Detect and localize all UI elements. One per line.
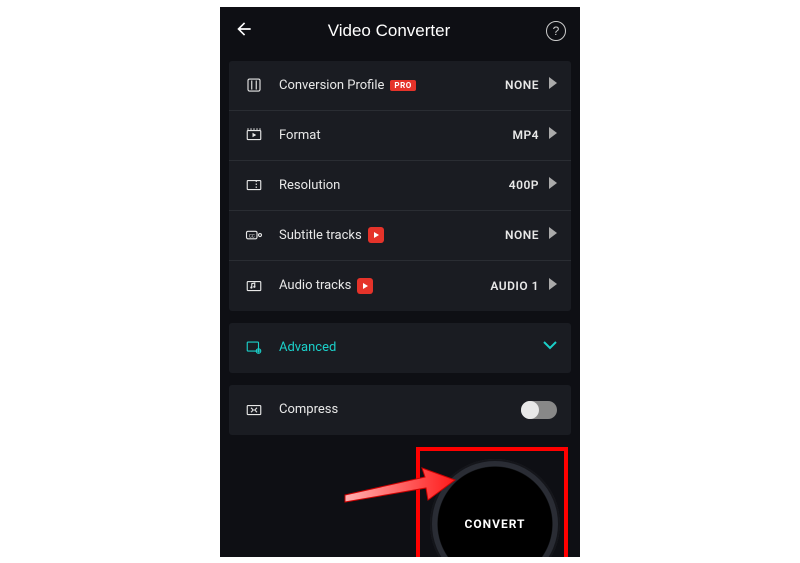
label-text: Subtitle tracks (279, 228, 362, 243)
row-advanced[interactable]: Advanced (229, 323, 571, 373)
chevron-right-icon (549, 127, 557, 143)
help-icon[interactable]: ? (546, 21, 566, 41)
header-bar: Video Converter ? (220, 7, 580, 55)
chevron-right-icon (549, 227, 557, 243)
advanced-panel: Advanced (229, 323, 571, 373)
settings-panel: Conversion Profile PRO NONE Format MP4 R… (229, 61, 571, 311)
label-text: Format (279, 128, 321, 143)
chevron-right-icon (549, 77, 557, 93)
resolution-icon (243, 176, 265, 194)
compress-panel: Compress (229, 385, 571, 435)
play-badge-icon (368, 227, 384, 243)
row-label: Resolution (279, 178, 509, 193)
row-subtitle-tracks[interactable]: CC Subtitle tracks NONE (229, 211, 571, 261)
convert-area: CONVERT (220, 441, 580, 557)
label-text: Compress (279, 402, 338, 417)
convert-button[interactable]: CONVERT (430, 459, 560, 557)
row-label: Subtitle tracks (279, 227, 505, 243)
audio-icon (243, 277, 265, 295)
convert-label: CONVERT (465, 517, 526, 531)
row-value: 400P (509, 178, 539, 192)
row-label: Audio tracks (279, 278, 490, 294)
row-audio-tracks[interactable]: Audio tracks AUDIO 1 (229, 261, 571, 311)
play-badge-icon (357, 278, 373, 294)
row-value: MP4 (512, 128, 539, 142)
format-icon (243, 126, 265, 144)
svg-text:CC: CC (249, 233, 255, 239)
label-text: Audio tracks (279, 278, 351, 293)
chevron-right-icon (549, 278, 557, 294)
app-screen: Video Converter ? Conversion Profile PRO… (220, 7, 580, 557)
label-text: Conversion Profile (279, 78, 384, 93)
row-value: NONE (505, 228, 539, 242)
label-text: Advanced (279, 340, 336, 355)
page-title: Video Converter (232, 21, 546, 41)
compress-toggle[interactable] (521, 401, 557, 419)
row-compress[interactable]: Compress (229, 385, 571, 435)
row-resolution[interactable]: Resolution 400P (229, 161, 571, 211)
sliders-icon (243, 76, 265, 94)
subtitle-icon: CC (243, 226, 265, 244)
row-label: Format (279, 128, 512, 143)
row-label: Conversion Profile PRO (279, 78, 505, 93)
row-value: NONE (505, 78, 539, 92)
row-format[interactable]: Format MP4 (229, 111, 571, 161)
row-label: Compress (279, 402, 521, 417)
row-conversion-profile[interactable]: Conversion Profile PRO NONE (229, 61, 571, 111)
advanced-icon (243, 339, 265, 357)
chevron-right-icon (549, 177, 557, 193)
label-text: Resolution (279, 178, 340, 193)
chevron-down-icon (543, 340, 557, 355)
compress-icon (243, 401, 265, 419)
row-value: AUDIO 1 (490, 279, 539, 293)
pro-badge: PRO (390, 80, 415, 91)
row-label: Advanced (279, 340, 543, 355)
